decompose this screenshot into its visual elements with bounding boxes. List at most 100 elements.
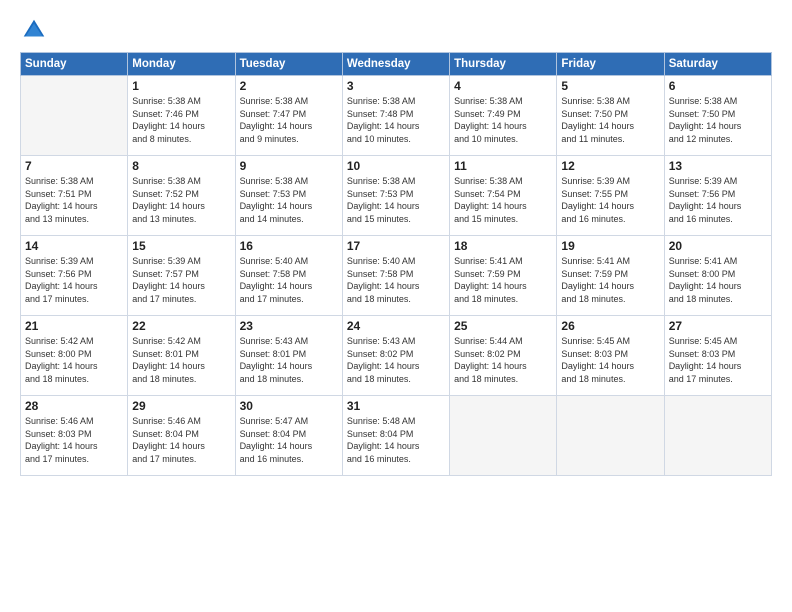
calendar-week-row: 14 Sunrise: 5:39 AM Sunset: 7:56 PM Dayli… bbox=[21, 236, 772, 316]
calendar-cell: 8 Sunrise: 5:38 AM Sunset: 7:52 PM Daylig… bbox=[128, 156, 235, 236]
weekday-header-row: SundayMondayTuesdayWednesdayThursdayFrid… bbox=[21, 53, 772, 76]
calendar-cell: 25Sunrise: 5:44 AM Sunset: 8:02 PM Dayli… bbox=[450, 316, 557, 396]
day-info: Sunrise: 5:39 AM Sunset: 7:55 PM Dayligh… bbox=[561, 175, 659, 225]
day-info: Sunrise: 5:38 AM Sunset: 7:47 PM Dayligh… bbox=[240, 95, 338, 145]
day-number: 1 bbox=[132, 79, 230, 93]
day-number: 10 bbox=[347, 159, 445, 173]
day-info: Sunrise: 5:38 AM Sunset: 7:50 PM Dayligh… bbox=[561, 95, 659, 145]
day-number: 5 bbox=[561, 79, 659, 93]
page-header bbox=[20, 16, 772, 44]
calendar-cell: 1 Sunrise: 5:38 AM Sunset: 7:46 PM Daylig… bbox=[128, 76, 235, 156]
day-number: 8 bbox=[132, 159, 230, 173]
logo-icon bbox=[20, 16, 48, 44]
day-number: 17 bbox=[347, 239, 445, 253]
day-info: Sunrise: 5:38 AM Sunset: 7:53 PM Dayligh… bbox=[347, 175, 445, 225]
calendar-cell: 24Sunrise: 5:43 AM Sunset: 8:02 PM Dayli… bbox=[342, 316, 449, 396]
calendar-cell: 5 Sunrise: 5:38 AM Sunset: 7:50 PM Daylig… bbox=[557, 76, 664, 156]
day-number: 2 bbox=[240, 79, 338, 93]
calendar-cell: 30 Sunrise: 5:47 AM Sunset: 8:04 PM Dayli… bbox=[235, 396, 342, 476]
logo bbox=[20, 16, 52, 44]
day-info: Sunrise: 5:38 AM Sunset: 7:48 PM Dayligh… bbox=[347, 95, 445, 145]
day-info: Sunrise: 5:43 AM Sunset: 8:02 PM Dayligh… bbox=[347, 335, 445, 385]
day-info: Sunrise: 5:48 AM Sunset: 8:04 PM Dayligh… bbox=[347, 415, 445, 465]
weekday-header: Thursday bbox=[450, 53, 557, 76]
day-number: 25 bbox=[454, 319, 552, 333]
calendar-week-row: 21Sunrise: 5:42 AM Sunset: 8:00 PM Dayli… bbox=[21, 316, 772, 396]
calendar-body: 1 Sunrise: 5:38 AM Sunset: 7:46 PM Daylig… bbox=[21, 76, 772, 476]
calendar-cell: 12 Sunrise: 5:39 AM Sunset: 7:55 PM Dayli… bbox=[557, 156, 664, 236]
calendar-week-row: 7 Sunrise: 5:38 AM Sunset: 7:51 PM Daylig… bbox=[21, 156, 772, 236]
day-number: 29 bbox=[132, 399, 230, 413]
day-number: 7 bbox=[25, 159, 123, 173]
day-info: Sunrise: 5:39 AM Sunset: 7:56 PM Dayligh… bbox=[669, 175, 767, 225]
calendar-cell: 15 Sunrise: 5:39 AM Sunset: 7:57 PM Dayli… bbox=[128, 236, 235, 316]
calendar-page: SundayMondayTuesdayWednesdayThursdayFrid… bbox=[0, 0, 792, 612]
day-number: 14 bbox=[25, 239, 123, 253]
day-info: Sunrise: 5:41 AM Sunset: 7:59 PM Dayligh… bbox=[561, 255, 659, 305]
day-info: Sunrise: 5:38 AM Sunset: 7:52 PM Dayligh… bbox=[132, 175, 230, 225]
day-number: 13 bbox=[669, 159, 767, 173]
day-number: 26 bbox=[561, 319, 659, 333]
calendar-cell: 13 Sunrise: 5:39 AM Sunset: 7:56 PM Dayli… bbox=[664, 156, 771, 236]
day-number: 31 bbox=[347, 399, 445, 413]
calendar-cell: 19 Sunrise: 5:41 AM Sunset: 7:59 PM Dayli… bbox=[557, 236, 664, 316]
day-info: Sunrise: 5:41 AM Sunset: 7:59 PM Dayligh… bbox=[454, 255, 552, 305]
calendar-cell: 16Sunrise: 5:40 AM Sunset: 7:58 PM Dayli… bbox=[235, 236, 342, 316]
calendar-cell bbox=[450, 396, 557, 476]
calendar-cell bbox=[557, 396, 664, 476]
day-number: 12 bbox=[561, 159, 659, 173]
day-number: 20 bbox=[669, 239, 767, 253]
day-info: Sunrise: 5:47 AM Sunset: 8:04 PM Dayligh… bbox=[240, 415, 338, 465]
day-number: 3 bbox=[347, 79, 445, 93]
day-number: 11 bbox=[454, 159, 552, 173]
day-info: Sunrise: 5:38 AM Sunset: 7:50 PM Dayligh… bbox=[669, 95, 767, 145]
day-info: Sunrise: 5:39 AM Sunset: 7:56 PM Dayligh… bbox=[25, 255, 123, 305]
day-number: 15 bbox=[132, 239, 230, 253]
calendar-cell: 14 Sunrise: 5:39 AM Sunset: 7:56 PM Dayli… bbox=[21, 236, 128, 316]
day-info: Sunrise: 5:38 AM Sunset: 7:51 PM Dayligh… bbox=[25, 175, 123, 225]
calendar-cell: 7 Sunrise: 5:38 AM Sunset: 7:51 PM Daylig… bbox=[21, 156, 128, 236]
day-info: Sunrise: 5:42 AM Sunset: 8:01 PM Dayligh… bbox=[132, 335, 230, 385]
weekday-header: Sunday bbox=[21, 53, 128, 76]
calendar-cell bbox=[21, 76, 128, 156]
weekday-header: Tuesday bbox=[235, 53, 342, 76]
day-number: 16 bbox=[240, 239, 338, 253]
calendar-cell: 31 Sunrise: 5:48 AM Sunset: 8:04 PM Dayli… bbox=[342, 396, 449, 476]
day-info: Sunrise: 5:45 AM Sunset: 8:03 PM Dayligh… bbox=[561, 335, 659, 385]
day-info: Sunrise: 5:42 AM Sunset: 8:00 PM Dayligh… bbox=[25, 335, 123, 385]
day-info: Sunrise: 5:46 AM Sunset: 8:03 PM Dayligh… bbox=[25, 415, 123, 465]
calendar-cell: 9Sunrise: 5:38 AM Sunset: 7:53 PM Daylig… bbox=[235, 156, 342, 236]
weekday-header: Friday bbox=[557, 53, 664, 76]
day-info: Sunrise: 5:38 AM Sunset: 7:46 PM Dayligh… bbox=[132, 95, 230, 145]
weekday-header: Saturday bbox=[664, 53, 771, 76]
day-info: Sunrise: 5:38 AM Sunset: 7:49 PM Dayligh… bbox=[454, 95, 552, 145]
day-info: Sunrise: 5:39 AM Sunset: 7:57 PM Dayligh… bbox=[132, 255, 230, 305]
calendar-cell: 22Sunrise: 5:42 AM Sunset: 8:01 PM Dayli… bbox=[128, 316, 235, 396]
calendar-week-row: 1 Sunrise: 5:38 AM Sunset: 7:46 PM Daylig… bbox=[21, 76, 772, 156]
day-number: 30 bbox=[240, 399, 338, 413]
day-number: 6 bbox=[669, 79, 767, 93]
calendar-cell: 6 Sunrise: 5:38 AM Sunset: 7:50 PM Daylig… bbox=[664, 76, 771, 156]
calendar-cell: 28 Sunrise: 5:46 AM Sunset: 8:03 PM Dayli… bbox=[21, 396, 128, 476]
day-info: Sunrise: 5:41 AM Sunset: 8:00 PM Dayligh… bbox=[669, 255, 767, 305]
calendar-cell: 27Sunrise: 5:45 AM Sunset: 8:03 PM Dayli… bbox=[664, 316, 771, 396]
day-info: Sunrise: 5:40 AM Sunset: 7:58 PM Dayligh… bbox=[347, 255, 445, 305]
calendar-cell: 3 Sunrise: 5:38 AM Sunset: 7:48 PM Daylig… bbox=[342, 76, 449, 156]
day-number: 27 bbox=[669, 319, 767, 333]
day-number: 28 bbox=[25, 399, 123, 413]
calendar-cell: 18 Sunrise: 5:41 AM Sunset: 7:59 PM Dayli… bbox=[450, 236, 557, 316]
day-number: 19 bbox=[561, 239, 659, 253]
calendar-week-row: 28 Sunrise: 5:46 AM Sunset: 8:03 PM Dayli… bbox=[21, 396, 772, 476]
calendar-cell: 2 Sunrise: 5:38 AM Sunset: 7:47 PM Daylig… bbox=[235, 76, 342, 156]
weekday-header: Wednesday bbox=[342, 53, 449, 76]
day-number: 23 bbox=[240, 319, 338, 333]
calendar-cell: 21Sunrise: 5:42 AM Sunset: 8:00 PM Dayli… bbox=[21, 316, 128, 396]
calendar-cell: 11Sunrise: 5:38 AM Sunset: 7:54 PM Dayli… bbox=[450, 156, 557, 236]
calendar-cell bbox=[664, 396, 771, 476]
calendar-cell: 23 Sunrise: 5:43 AM Sunset: 8:01 PM Dayli… bbox=[235, 316, 342, 396]
day-info: Sunrise: 5:38 AM Sunset: 7:53 PM Dayligh… bbox=[240, 175, 338, 225]
day-info: Sunrise: 5:43 AM Sunset: 8:01 PM Dayligh… bbox=[240, 335, 338, 385]
day-number: 18 bbox=[454, 239, 552, 253]
calendar-cell: 26 Sunrise: 5:45 AM Sunset: 8:03 PM Dayli… bbox=[557, 316, 664, 396]
calendar-cell: 17 Sunrise: 5:40 AM Sunset: 7:58 PM Dayli… bbox=[342, 236, 449, 316]
